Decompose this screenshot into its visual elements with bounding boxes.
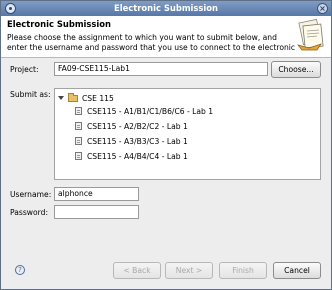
back-button[interactable]: < Back: [113, 262, 161, 279]
header-title: Electronic Submission: [7, 19, 111, 29]
choose-button[interactable]: Choose...: [271, 61, 321, 78]
expand-toggle-icon[interactable]: [57, 94, 65, 102]
finish-button[interactable]: Finish: [219, 262, 267, 279]
tree-item[interactable]: CSE115 - A1/B1/C1/B6/C6 - Lab 1: [75, 105, 213, 117]
app-icon[interactable]: [5, 3, 16, 14]
username-field[interactable]: alphonce: [54, 187, 139, 201]
tree-item[interactable]: CSE115 - A3/B3/C3 - Lab 1: [75, 135, 188, 147]
project-field[interactable]: FA09-CSE115-Lab1: [54, 62, 268, 76]
title-bar: Electronic Submission ×: [1, 1, 331, 16]
password-label: Password:: [10, 208, 49, 217]
next-button[interactable]: Next >: [165, 262, 213, 279]
password-field[interactable]: [54, 205, 139, 219]
window-title: Electronic Submission: [114, 3, 218, 13]
tree-item[interactable]: CSE115 - A4/B4/C4 - Lab 1: [75, 150, 188, 162]
wizard-header: Electronic Submission Please choose the …: [1, 16, 331, 58]
tree-item-label: CSE115 - A3/B3/C3 - Lab 1: [87, 136, 188, 146]
tree-root-label: CSE 115: [82, 93, 114, 103]
submission-tree[interactable]: CSE 115 CSE115 - A1/B1/C1/B6/C6 - Lab 1 …: [54, 88, 321, 180]
file-icon: [75, 137, 82, 145]
wizard-banner-icon: [297, 18, 324, 51]
tree-item-label: CSE115 - A1/B1/C1/B6/C6 - Lab 1: [87, 106, 214, 116]
header-description: Please choose the assignment to which yo…: [7, 33, 296, 52]
submit-as-label: Submit as:: [10, 90, 51, 99]
tree-root-node[interactable]: CSE 115: [57, 92, 114, 104]
project-label: Project:: [10, 65, 39, 74]
close-icon[interactable]: ×: [317, 3, 328, 14]
file-icon: [75, 107, 82, 115]
username-label: Username:: [10, 190, 52, 199]
tree-item-label: CSE115 - A4/B4/C4 - Lab 1: [87, 151, 188, 161]
cancel-button[interactable]: Cancel: [273, 262, 321, 279]
folder-icon: [68, 92, 78, 102]
help-icon[interactable]: ?: [15, 265, 25, 275]
tree-item-label: CSE115 - A2/B2/C2 - Lab 1: [87, 121, 188, 131]
file-icon: [75, 152, 82, 160]
file-icon: [75, 122, 82, 130]
tree-item[interactable]: CSE115 - A2/B2/C2 - Lab 1: [75, 120, 188, 132]
dialog-window: Electronic Submission × Electronic Submi…: [0, 0, 332, 290]
